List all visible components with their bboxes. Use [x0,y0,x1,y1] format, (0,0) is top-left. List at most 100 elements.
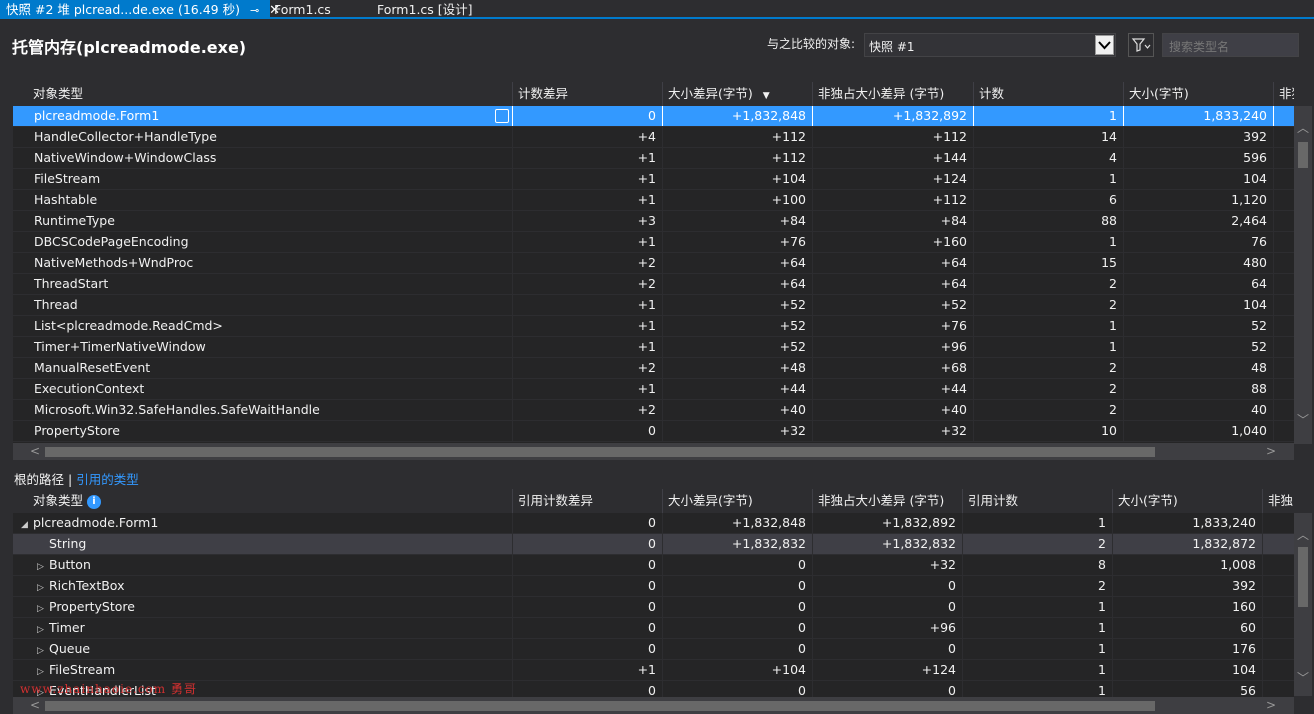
table-row[interactable]: DBCSCodePageEncoding +1 +76 +160 1 76 [13,232,1294,253]
tab-separator: | [68,472,73,487]
scroll-up-icon[interactable]: ︿ [1294,120,1312,136]
expand-toggle-icon[interactable]: ▷ [37,662,49,680]
expand-toggle-icon[interactable]: ▷ [37,641,49,659]
bcol-ref-count-diff[interactable]: 引用计数差异 [513,489,663,513]
value-cell: 0 [513,639,663,659]
top-grid-vscrollbar[interactable]: ︿ ﹀ [1294,106,1312,444]
scroll-right-icon[interactable]: > [1263,697,1279,714]
table-row[interactable]: Microsoft.Win32.SafeHandles.SafeWaitHand… [13,400,1294,421]
table-row[interactable]: NativeMethods+WndProc +2 +64 +64 15 480 [13,253,1294,274]
value-cell: 2,464 [1124,211,1274,231]
object-type-cell: ThreadStart [13,274,513,294]
top-grid-hscrollbar[interactable]: < > [13,443,1294,460]
value-cell: 10 [974,421,1124,441]
col-object-type[interactable]: 对象类型 [13,82,513,106]
watermark: www.zhainhaoie.com 勇哥 [20,682,197,696]
value-cell: +1 [513,148,663,168]
tab-snapshot-heap[interactable]: 快照 #2 堆 plcread...de.exe (16.49 秒) ⊸ ✕ [0,0,280,20]
col-size-diff[interactable]: 大小差异(字节) ▼ [663,82,813,106]
value-cell: +48 [663,358,813,378]
table-row[interactable]: String 0 +1,832,832 +1,832,832 2 1,832,872 [13,534,1294,555]
instances-icon[interactable] [495,109,509,123]
table-row[interactable]: ▷ PropertyStore 0 0 0 1 160 [13,597,1294,618]
bcol-inclusive[interactable]: 非独占大 [1263,489,1294,513]
table-row[interactable]: RuntimeType +3 +84 +84 88 2,464 [13,211,1294,232]
search-placeholder: 搜索类型名 [1169,40,1230,54]
scroll-down-icon[interactable]: ﹀ [1294,670,1312,686]
filter-button[interactable] [1128,33,1154,57]
table-row[interactable]: ManualResetEvent +2 +48 +68 2 48 [13,358,1294,379]
scroll-down-icon[interactable]: ﹀ [1294,412,1312,428]
object-type-cell: DBCSCodePageEncoding [13,232,513,252]
table-row[interactable]: NativeWindow+WindowClass +1 +112 +144 4 596 [13,148,1294,169]
scroll-right-icon[interactable]: > [1263,443,1279,460]
table-row[interactable]: plcreadmode.Form1 0 +1,832,848 +1,832,892 1 1… [13,106,1294,127]
col-count-diff[interactable]: 计数差异 [513,82,663,106]
value-cell: +1,832,832 [813,534,963,554]
value-cell: 0 [663,576,813,596]
reference-view-tabs: 根的路径 | 引用的类型 [14,469,139,488]
value-cell: +2 [513,274,663,294]
table-row[interactable]: FileStream +1 +104 +124 1 104 [13,169,1294,190]
object-type-cell: ExecutionContext [13,379,513,399]
col-inclusive-size-diff[interactable]: 非独占大小差异 (字节) [813,82,974,106]
value-cell: 0 [663,597,813,617]
scroll-left-icon[interactable]: < [27,697,43,714]
value-cell: +104 [663,169,813,189]
scroll-left-icon[interactable]: < [27,443,43,460]
tab-form1-cs[interactable]: Form1.cs [274,0,331,19]
table-row[interactable]: ◢ plcreadmode.Form1 0 +1,832,848 +1,832,892 1… [13,513,1294,534]
bcol-inclusive-size-diff[interactable]: 非独占大小差异 (字节) [813,489,963,513]
table-row[interactable]: ▷ Button 0 0 +32 8 1,008 [13,555,1294,576]
expand-toggle-icon[interactable]: ▷ [37,578,49,596]
table-row[interactable]: Hashtable +1 +100 +112 6 1,120 [13,190,1294,211]
bottom-grid-vscrollbar[interactable]: ︿ ﹀ [1294,513,1312,696]
bottom-grid-vscroll-thumb[interactable] [1298,547,1308,607]
top-grid-vscroll-thumb[interactable] [1298,142,1308,168]
bcol-ref-count[interactable]: 引用计数 [963,489,1113,513]
compare-snapshot-dropdown[interactable]: 快照 #1 [864,33,1116,57]
scroll-up-icon[interactable]: ︿ [1294,527,1312,543]
tab-paths-to-root[interactable]: 根的路径 [14,472,64,487]
tab-form1-design[interactable]: Form1.cs [设计] [377,0,473,19]
expand-toggle-icon[interactable]: ▷ [37,599,49,617]
table-row[interactable]: ▷ RichTextBox 0 0 0 2 392 [13,576,1294,597]
table-row[interactable]: ExecutionContext +1 +44 +44 2 88 [13,379,1294,400]
search-type-input[interactable]: 搜索类型名 [1162,33,1299,57]
col-size[interactable]: 大小(字节) [1124,82,1274,106]
value-cell: +76 [813,316,974,336]
object-type-cell: ▷ PropertyStore [13,597,513,617]
value-cell: 1,008 [1113,555,1263,575]
expand-toggle-icon[interactable]: ◢ [21,515,33,533]
tab-snapshot-heap-label: 快照 #2 堆 plcread...de.exe (16.49 秒) [6,2,240,17]
chevron-down-icon[interactable] [1095,35,1114,55]
table-row[interactable]: ▷ Queue 0 0 0 1 176 [13,639,1294,660]
table-row[interactable]: PropertyStore 0 +32 +32 10 1,040 [13,421,1294,442]
value-cell: +1 [513,316,663,336]
table-row[interactable]: Thread +1 +52 +52 2 104 [13,295,1294,316]
table-row[interactable]: ThreadStart +2 +64 +64 2 64 [13,274,1294,295]
value-cell: 0 [513,555,663,575]
bcol-object-type[interactable]: 对象类型 i [13,489,513,513]
col-count[interactable]: 计数 [974,82,1124,106]
bottom-grid-hscrollbar[interactable]: < > [13,697,1294,714]
expand-toggle-icon[interactable]: ▷ [37,620,49,638]
info-icon[interactable]: i [87,494,102,509]
table-row[interactable]: Timer+TimerNativeWindow +1 +52 +96 1 52 [13,337,1294,358]
top-grid-hscroll-thumb[interactable] [45,447,1155,457]
tab-referenced-types[interactable]: 引用的类型 [76,472,139,487]
col-inclusive[interactable]: 非独占 [1274,82,1294,106]
expand-toggle-icon[interactable]: ▷ [37,557,49,575]
table-row[interactable]: ▷ FileStream +1 +104 +124 1 104 [13,660,1294,681]
compare-snapshot-value: 快照 #1 [869,40,915,54]
pin-icon[interactable]: ⊸ [250,1,259,20]
bcol-size-diff[interactable]: 大小差异(字节) [663,489,813,513]
table-row[interactable]: List<plcreadmode.ReadCmd> +1 +52 +76 1 52 [13,316,1294,337]
object-type-label: RichTextBox [49,578,125,593]
bottom-grid-hscroll-thumb[interactable] [45,701,1155,711]
bcol-size[interactable]: 大小(字节) [1113,489,1263,513]
value-cell: 2 [974,400,1124,420]
table-row[interactable]: HandleCollector+HandleType +4 +112 +112 14 39… [13,127,1294,148]
table-row[interactable]: ▷ Timer 0 0 +96 1 60 [13,618,1294,639]
tab-form1-design-label: Form1.cs [设计] [377,2,473,17]
